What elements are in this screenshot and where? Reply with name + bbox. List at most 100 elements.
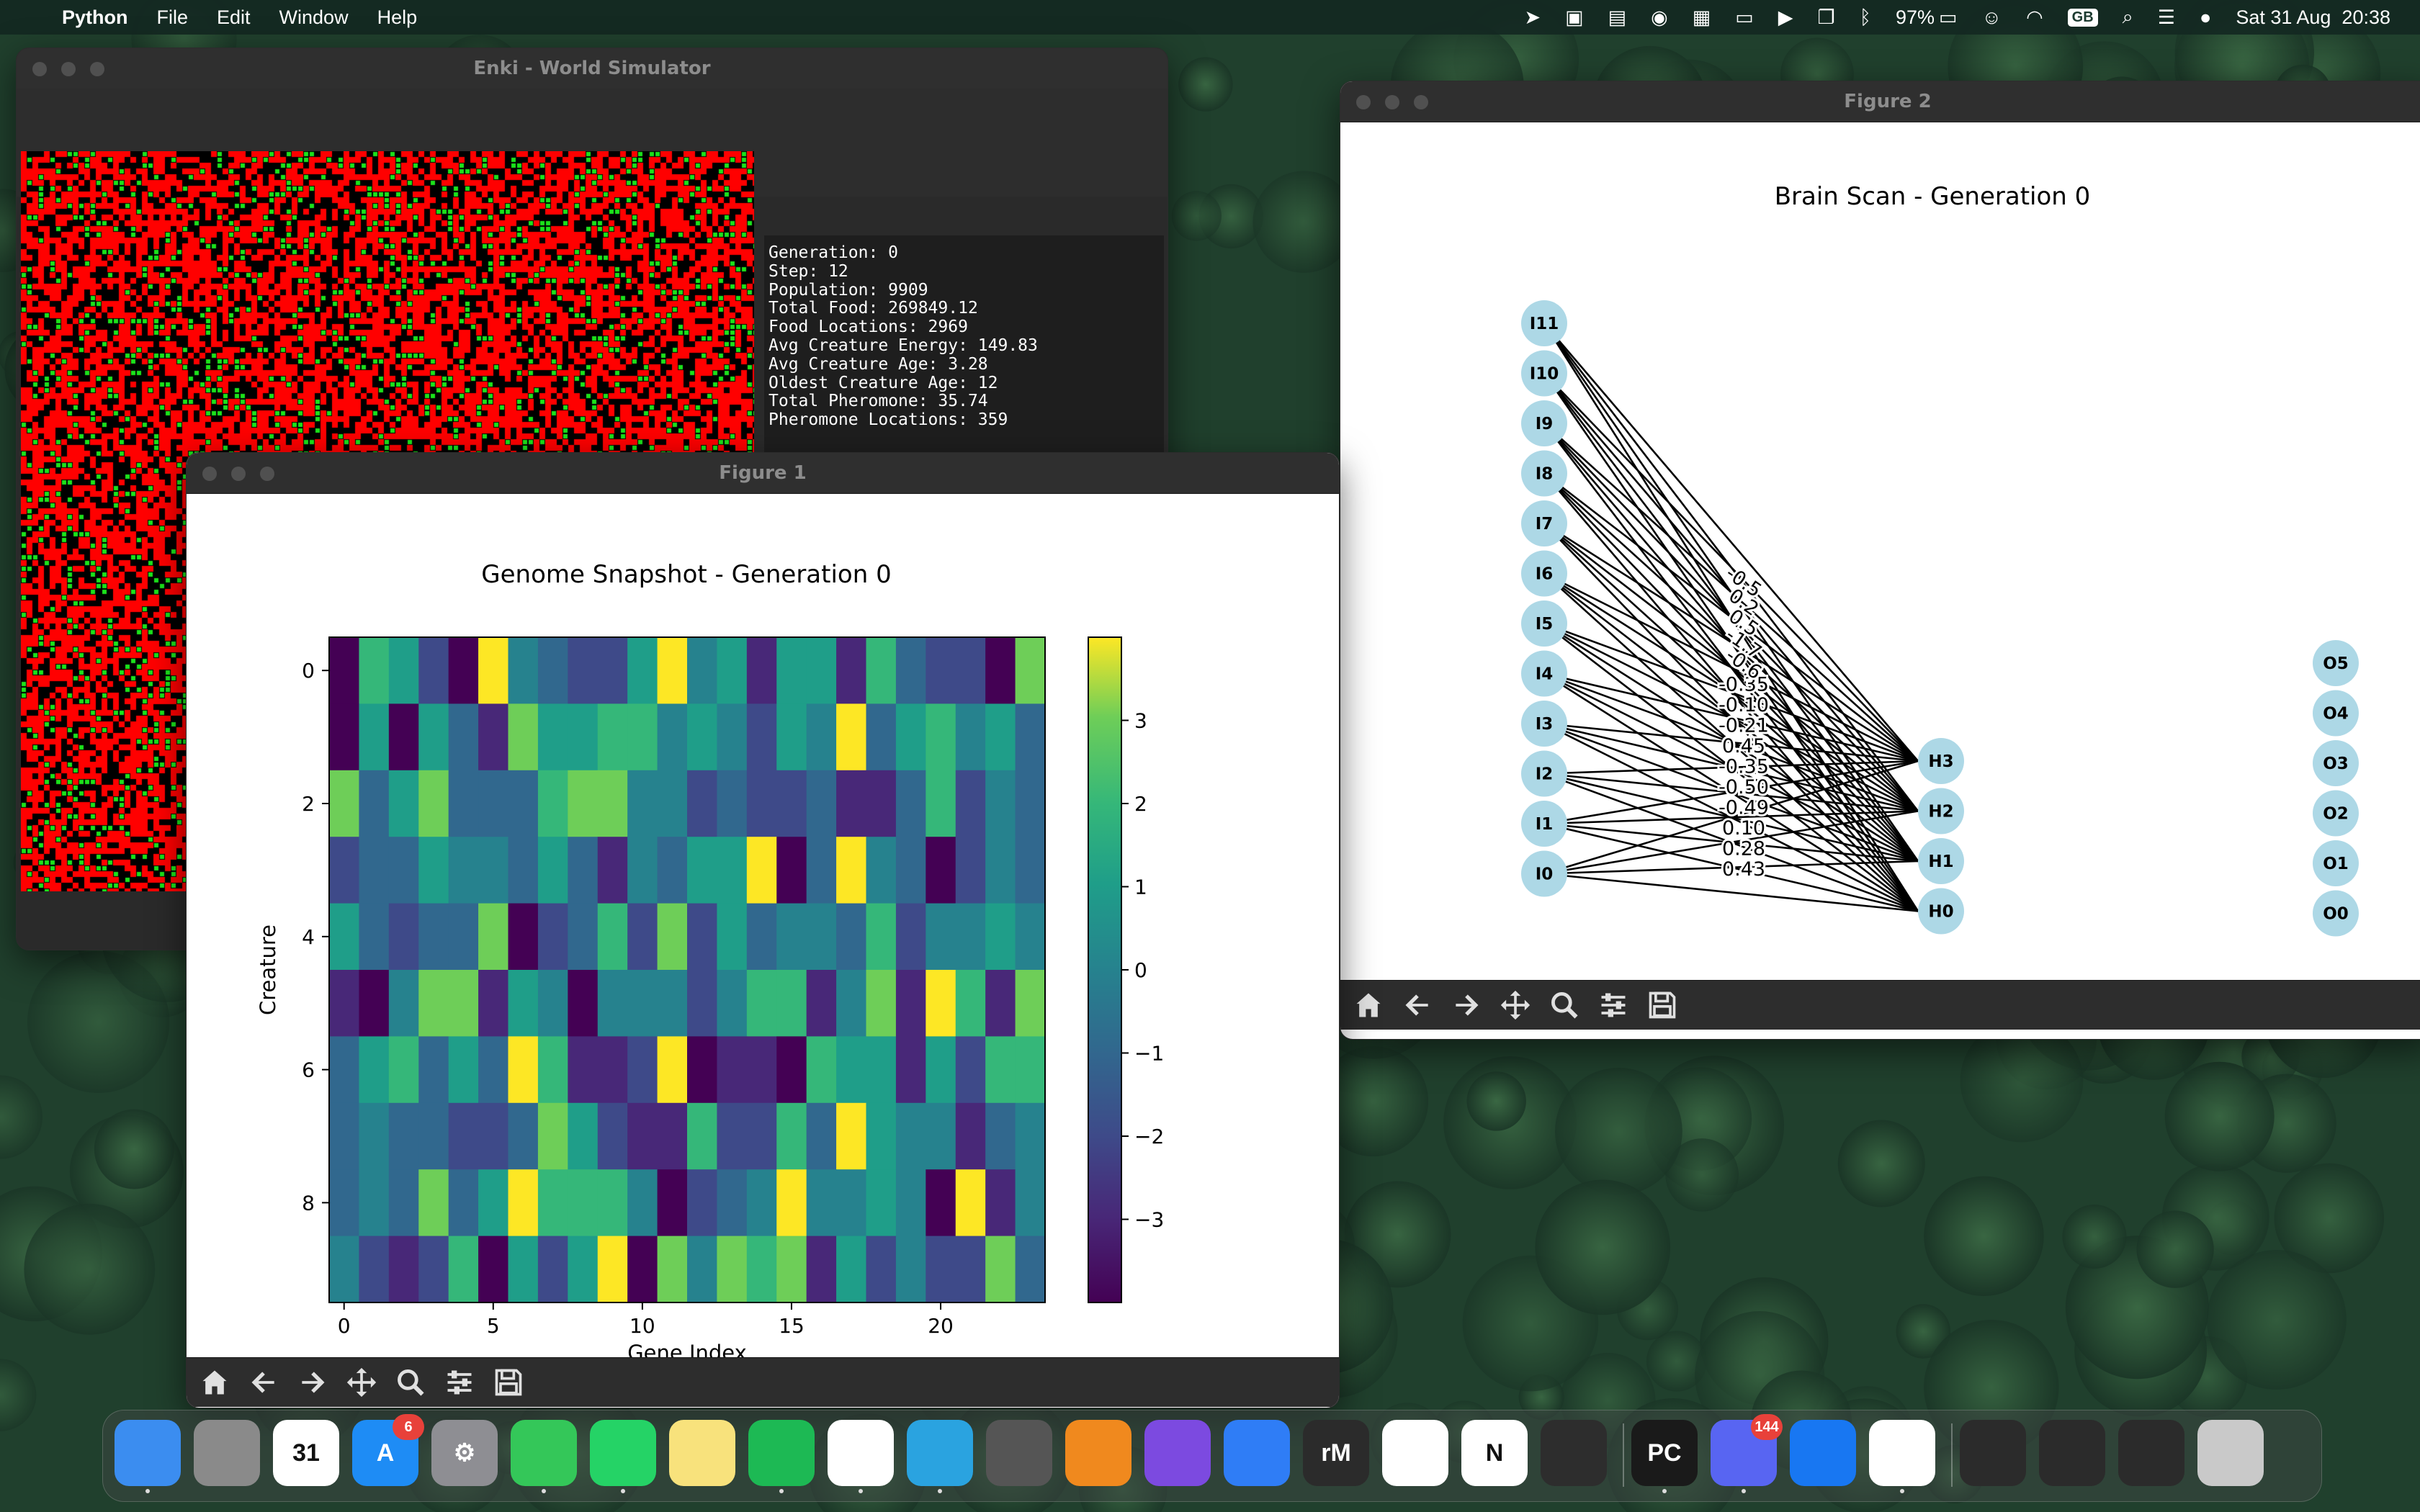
chart-title: Genome Snapshot - Generation 0 [481,560,891,589]
battery-percent[interactable]: 97% [1896,6,1935,29]
minimize-button[interactable] [61,62,76,76]
heatmap-cell [418,1036,449,1104]
close-button[interactable] [1356,95,1371,109]
menu-file[interactable]: File [143,6,203,29]
notes-icon[interactable] [669,1420,735,1486]
heatmap-cell [508,1169,539,1237]
heatmap-cell [985,837,1016,904]
heatmap-cell [537,1169,568,1237]
save-icon[interactable] [488,1362,529,1403]
chrome-icon[interactable] [828,1420,894,1493]
github-icon[interactable] [1144,1420,1211,1486]
menu-window[interactable]: Window [265,6,363,29]
calendar-icon[interactable]: 31 [273,1420,339,1486]
launchpad-icon[interactable] [194,1420,260,1486]
user-icon[interactable]: ☺ [1982,6,2002,29]
telegram-icon[interactable] [907,1420,973,1493]
heatmap-cell [597,970,628,1037]
back-icon[interactable] [243,1362,284,1403]
pan-icon[interactable] [341,1362,382,1403]
vpn-icon[interactable]: ◉ [1651,6,1668,29]
input-node-label: I9 [1536,415,1554,433]
heatmap-cell [866,1169,897,1237]
home-icon[interactable] [194,1362,236,1403]
heatmap-cell [776,703,807,771]
settings-icon[interactable]: ⚙ [431,1420,498,1486]
whatsapp-icon[interactable] [590,1420,656,1493]
heatmap-cell [478,837,509,904]
heatmap-cell [627,837,658,904]
play-icon[interactable]: ▶ [1778,6,1793,29]
spotlight-icon[interactable]: ⌕ [2123,6,2133,29]
pycharm-icon[interactable]: PC [1631,1420,1698,1493]
trash-icon[interactable] [2197,1420,2264,1486]
window-thumb-icon[interactable] [2118,1420,2184,1486]
pages-icon[interactable] [1224,1420,1290,1486]
keynote-icon[interactable] [1790,1420,1856,1486]
menu-edit[interactable]: Edit [202,6,265,29]
close-button[interactable] [32,62,47,76]
notion-icon[interactable]: N [1461,1420,1528,1486]
home-icon[interactable] [1348,984,1389,1026]
heatmap-cell [776,903,807,971]
figure-2-titlebar[interactable]: Figure 2 [1340,81,2420,122]
siri-icon[interactable]: ● [2200,6,2211,29]
app-menu-python[interactable]: Python [48,6,143,29]
minimize-button[interactable] [231,467,246,481]
telegram-icon[interactable]: ➤ [1525,6,1541,29]
slack-icon[interactable] [1382,1420,1448,1486]
spotify-icon[interactable] [748,1420,815,1493]
configure-icon[interactable] [1592,984,1634,1026]
heatmap-cell [1015,970,1046,1037]
configure-icon[interactable] [439,1362,480,1403]
save-icon[interactable] [1641,984,1683,1026]
keyboard-layout-badge[interactable]: GB [2067,8,2098,27]
heatmap-cell [926,1169,956,1237]
calculator-icon[interactable] [986,1420,1052,1486]
wifi-icon[interactable]: ◠ [2026,6,2043,29]
battery-icon[interactable]: ▭ [1939,6,1958,29]
heatmap-cell [359,1169,390,1237]
pan-icon[interactable] [1494,984,1536,1026]
messages-icon[interactable] [511,1420,577,1493]
back-icon[interactable] [1397,984,1438,1026]
y-tick-label: 6 [302,1058,315,1082]
heatmap-cell [537,970,568,1037]
minimize-button[interactable] [1385,95,1399,109]
discord-icon[interactable]: 144 [1711,1414,1783,1493]
stage-manager-icon[interactable]: ▤ [1608,6,1627,29]
forward-icon[interactable] [292,1362,333,1403]
bluetooth-icon[interactable]: ᛒ [1860,6,1871,29]
app-store-icon[interactable]: A6 [352,1414,424,1486]
window-thumb-icon[interactable] [1960,1420,2026,1486]
zoom-button[interactable] [90,62,104,76]
python-rocket-icon[interactable] [1869,1420,1935,1493]
heatmap-cell [537,837,568,904]
menu-clock[interactable]: Sat 31 Aug 20:38 [2236,6,2390,29]
calendar-31-icon[interactable]: ▦ [1693,6,1711,29]
heatmap-cell [746,970,777,1037]
zoom-button[interactable] [260,467,274,481]
chart-title: Brain Scan - Generation 0 [1775,182,2091,211]
heatmap-cell [508,703,539,771]
screen-mirroring-icon[interactable]: ❐ [1818,6,1835,29]
obs-icon[interactable] [1541,1420,1607,1486]
calendar-icon[interactable]: ▣ [1565,6,1584,29]
finder-icon[interactable] [115,1420,181,1493]
heatmap-cell [329,637,360,704]
close-button[interactable] [202,467,217,481]
enki-titlebar[interactable]: Enki - World Simulator [17,48,1168,89]
forward-icon[interactable] [1446,984,1487,1026]
heatmap-cell [836,1236,867,1303]
zoom-icon[interactable] [1543,984,1585,1026]
window-thumb-icon[interactable] [2039,1420,2105,1486]
menu-help[interactable]: Help [363,6,432,29]
zoom-icon[interactable] [390,1362,431,1403]
heatmap-cell [388,770,419,837]
figure-1-titlebar[interactable]: Figure 1 [187,453,1339,494]
remarkable-icon[interactable]: rM [1303,1420,1369,1486]
vlc-icon[interactable] [1065,1420,1131,1486]
control-center-icon[interactable]: ☰ [2158,6,2175,29]
zoom-button[interactable] [1414,95,1428,109]
window-icon[interactable]: ▭ [1735,6,1754,29]
